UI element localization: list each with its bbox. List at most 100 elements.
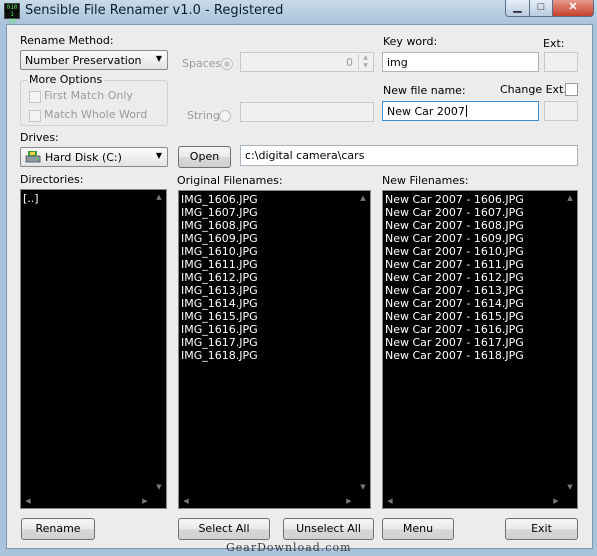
new-filename-item[interactable]: New Car 2007 - 1617.JPG <box>385 336 562 349</box>
directory-item[interactable]: [..] <box>23 192 151 205</box>
maximize-icon: □ <box>537 1 545 13</box>
new-file-name-value: New Car 2007 <box>387 105 467 118</box>
rename-method-select[interactable]: Number Preservation ▼ <box>20 50 168 70</box>
title-bar[interactable]: 010 1 10 Sensible File Renamer v1.0 - Re… <box>0 0 597 25</box>
original-filename-item[interactable]: IMG_1613.JPG <box>181 284 355 297</box>
new-filename-item[interactable]: New Car 2007 - 1614.JPG <box>385 297 562 310</box>
scroll-down-icon[interactable]: ▼ <box>563 480 577 494</box>
first-match-only-checkbox[interactable] <box>29 91 41 103</box>
new-filename-item[interactable]: New Car 2007 - 1618.JPG <box>385 349 562 362</box>
directories-hscroll[interactable]: ◀ ▶ <box>21 494 166 508</box>
main-panel: Rename Method: Number Preservation ▼ Mor… <box>6 24 593 549</box>
open-button[interactable]: Open <box>178 146 231 168</box>
new-filenames-hscroll[interactable]: ◀ ▶ <box>383 494 577 508</box>
first-match-only-label: First Match Only <box>44 89 133 102</box>
new-filename-item[interactable]: New Car 2007 - 1616.JPG <box>385 323 562 336</box>
unselect-all-button[interactable]: Unselect All <box>283 518 374 540</box>
scroll-up-icon[interactable]: ▲ <box>563 191 577 205</box>
original-filenames-vscroll[interactable]: ▲ ▼ <box>356 191 370 508</box>
scroll-up-icon[interactable]: ▲ <box>152 190 166 204</box>
new-filename-item[interactable]: New Car 2007 - 1615.JPG <box>385 310 562 323</box>
ext-label: Ext: <box>543 37 565 50</box>
directories-vscroll[interactable]: ▲ ▼ <box>152 190 166 508</box>
directories-items: [..] <box>23 192 151 205</box>
key-word-label: Key word: <box>383 35 438 48</box>
minimize-icon: ▁ <box>513 1 522 13</box>
change-ext-checkbox[interactable] <box>565 83 578 96</box>
original-filenames-list[interactable]: IMG_1606.JPG IMG_1607.JPG IMG_1608.JPG IMG_… <box>178 190 371 509</box>
new-filenames-items: New Car 2007 - 1606.JPG New Car 2007 - 16… <box>385 193 562 362</box>
scroll-down-icon[interactable]: ▼ <box>356 480 370 494</box>
new-filename-item[interactable]: New Car 2007 - 1609.JPG <box>385 232 562 245</box>
string-input[interactable] <box>240 102 374 122</box>
original-filenames-hscroll[interactable]: ◀ ▶ <box>179 494 370 508</box>
ext-input[interactable] <box>544 52 578 72</box>
text-caret <box>465 105 467 117</box>
original-filename-item[interactable]: IMG_1614.JPG <box>181 297 355 310</box>
original-filename-item[interactable]: IMG_1607.JPG <box>181 206 355 219</box>
path-value: c:\digital camera\cars <box>245 149 365 162</box>
new-filename-item[interactable]: New Car 2007 - 1606.JPG <box>385 193 562 206</box>
new-filenames-vscroll[interactable]: ▲ ▼ <box>563 191 577 508</box>
new-file-name-label: New file name: <box>383 84 466 97</box>
original-filename-item[interactable]: IMG_1617.JPG <box>181 336 355 349</box>
window-title: Sensible File Renamer v1.0 - Registered <box>25 3 284 18</box>
spaces-radio[interactable] <box>221 58 233 70</box>
key-word-input[interactable]: img <box>382 52 539 72</box>
scroll-up-icon[interactable]: ▲ <box>356 191 370 205</box>
original-filename-item[interactable]: IMG_1609.JPG <box>181 232 355 245</box>
string-label: String <box>187 109 220 122</box>
change-ext-input[interactable] <box>544 101 578 121</box>
directories-list[interactable]: [..] ▲ ▼ ◀ ▶ <box>20 189 167 509</box>
scroll-left-icon[interactable]: ◀ <box>383 494 397 508</box>
path-input[interactable]: c:\digital camera\cars <box>240 145 578 166</box>
original-filename-item[interactable]: IMG_1612.JPG <box>181 271 355 284</box>
original-filename-item[interactable]: IMG_1611.JPG <box>181 258 355 271</box>
spaces-spin-buttons[interactable]: ▲ ▼ <box>358 54 372 70</box>
close-button[interactable]: ✕ <box>552 0 594 17</box>
menu-button[interactable]: Menu <box>382 518 454 540</box>
watermark-text: GearDownload.com <box>226 541 352 554</box>
drives-select[interactable]: Hard Disk (C:) ▼ <box>20 147 168 167</box>
scroll-right-icon[interactable]: ▶ <box>342 494 356 508</box>
exit-button[interactable]: Exit <box>505 518 578 540</box>
original-filename-item[interactable]: IMG_1618.JPG <box>181 349 355 362</box>
scroll-right-icon[interactable]: ▶ <box>549 494 563 508</box>
spaces-stepper[interactable]: 0 ▲ ▼ <box>240 52 374 72</box>
original-filename-item[interactable]: IMG_1606.JPG <box>181 193 355 206</box>
drives-value: Hard Disk (C:) <box>45 151 122 164</box>
new-file-name-input[interactable]: New Car 2007 <box>382 101 539 121</box>
chevron-down-icon: ▼ <box>155 54 162 63</box>
hard-disk-icon <box>25 151 41 163</box>
spaces-value: 0 <box>346 56 353 69</box>
new-filename-item[interactable]: New Car 2007 - 1612.JPG <box>385 271 562 284</box>
select-all-button[interactable]: Select All <box>178 518 270 540</box>
string-radio[interactable] <box>219 110 231 122</box>
app-icon[interactable]: 010 1 10 <box>4 3 20 25</box>
app-window: 010 1 10 Sensible File Renamer v1.0 - Re… <box>0 0 597 556</box>
scroll-down-icon[interactable]: ▼ <box>152 480 166 494</box>
new-filename-item[interactable]: New Car 2007 - 1611.JPG <box>385 258 562 271</box>
new-filename-item[interactable]: New Car 2007 - 1613.JPG <box>385 284 562 297</box>
minimize-button[interactable]: ▁ <box>505 0 530 17</box>
original-filename-item[interactable]: IMG_1616.JPG <box>181 323 355 336</box>
original-filenames-label: Original Filenames: <box>177 174 283 187</box>
more-options-title: More Options <box>27 73 105 86</box>
original-filename-item[interactable]: IMG_1608.JPG <box>181 219 355 232</box>
rename-method-label: Rename Method: <box>20 34 114 47</box>
scroll-right-icon[interactable]: ▶ <box>138 494 152 508</box>
rename-button[interactable]: Rename <box>21 518 95 540</box>
maximize-button[interactable]: □ <box>529 0 553 17</box>
original-filename-item[interactable]: IMG_1610.JPG <box>181 245 355 258</box>
new-filename-item[interactable]: New Car 2007 - 1610.JPG <box>385 245 562 258</box>
new-filenames-list[interactable]: New Car 2007 - 1606.JPG New Car 2007 - 16… <box>382 190 578 509</box>
original-filename-item[interactable]: IMG_1615.JPG <box>181 310 355 323</box>
match-whole-word-checkbox[interactable] <box>29 110 41 122</box>
new-filenames-label: New Filenames: <box>382 174 469 187</box>
chevron-down-icon: ▼ <box>155 151 162 160</box>
new-filename-item[interactable]: New Car 2007 - 1607.JPG <box>385 206 562 219</box>
scroll-left-icon[interactable]: ◀ <box>21 494 35 508</box>
new-filename-item[interactable]: New Car 2007 - 1608.JPG <box>385 219 562 232</box>
scroll-left-icon[interactable]: ◀ <box>179 494 193 508</box>
drives-label: Drives: <box>20 131 59 144</box>
